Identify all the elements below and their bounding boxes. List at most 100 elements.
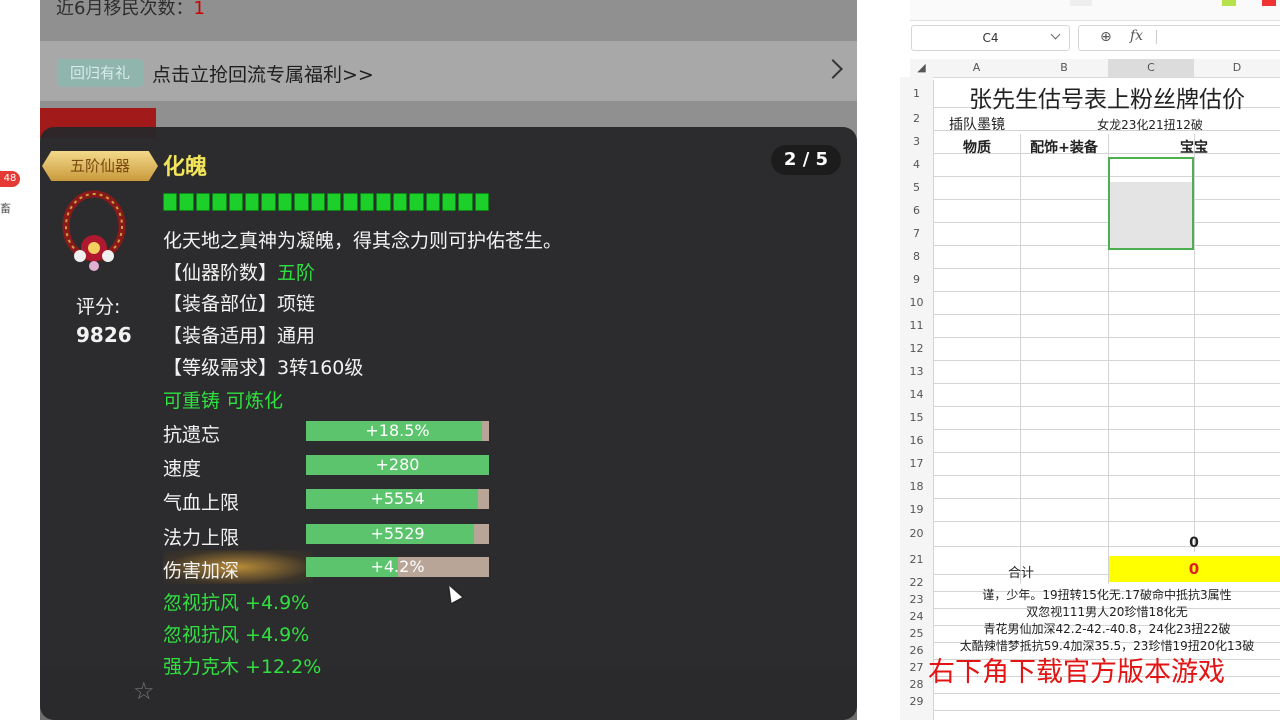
ribbon-color-swatch[interactable] [1262, 0, 1276, 6]
cell-total-label[interactable]: 合计 [934, 562, 1108, 581]
grid-row-line [933, 383, 1280, 384]
score-label: 评分: [76, 296, 121, 318]
attr-level: 【等级需求】3转160级 [163, 353, 363, 380]
row-header[interactable]: 13 [900, 360, 933, 383]
ribbon-button[interactable] [1070, 0, 1092, 6]
row-header[interactable]: 21 [900, 546, 933, 574]
refine-pip [343, 193, 358, 211]
refine-pip [441, 193, 457, 211]
row-header[interactable]: 20 [900, 521, 933, 546]
grid-row-line [933, 245, 1280, 246]
note-row[interactable]: 谨，少年。19扭转15化无.17破命中抵抗3属性 [934, 586, 1280, 603]
row-header[interactable]: 12 [900, 337, 933, 360]
item-name: 化魄 [163, 155, 208, 180]
grid-row-line [933, 406, 1280, 407]
stat-name: 速度 [163, 458, 202, 480]
row-header[interactable]: 17 [900, 452, 933, 475]
cell-c20[interactable]: 0 [1108, 535, 1280, 551]
refine-pip [310, 193, 326, 211]
cell-c3[interactable]: 宝宝 [1108, 137, 1280, 157]
special-effect: 忽视抗风 +4.9% [163, 592, 310, 614]
row-header[interactable]: 3 [900, 130, 933, 153]
row-header[interactable]: 15 [900, 406, 933, 429]
grid-row-line [933, 498, 1280, 499]
cell-b3[interactable]: 配饰+装备 [1020, 137, 1108, 157]
star-icon[interactable]: ☆ [133, 677, 155, 705]
stat-name: 法力上限 [163, 527, 240, 549]
column-headers: ◢ A B C D [910, 59, 1280, 78]
attr-tier: 【仙器阶数】五阶 [163, 258, 315, 285]
row-headers: 1 2 3 4 5 6 7 8 9 10 11 12 13 14 15 16 17 18 19 20 21 22 23 24 2… [900, 77, 933, 720]
grid-row-line [933, 199, 1280, 200]
row-header[interactable]: 11 [900, 314, 933, 337]
attr-usage: 【装备适用】通用 [163, 321, 315, 348]
download-watermark: 右下角下载官方版本游戏 [928, 657, 1225, 688]
migration-count: 近6月移民次数：1 [56, 0, 205, 20]
column-header-d[interactable]: D [1194, 59, 1280, 77]
attr-label: 【等级需求】 [163, 357, 278, 379]
column-header-c[interactable]: C [1108, 59, 1194, 77]
select-all-corner[interactable]: ◢ [910, 59, 933, 77]
grid-row-line [933, 429, 1280, 430]
row-header[interactable]: 19 [900, 498, 933, 521]
row-header[interactable]: 9 [900, 268, 933, 291]
name-box[interactable]: C4 [911, 25, 1070, 51]
row-header[interactable]: 25 [900, 625, 933, 642]
refine-pip [392, 193, 408, 211]
cell-a3[interactable]: 物质 [934, 137, 1020, 157]
note-row[interactable]: 青花男仙加深42.2-42.-40.8，24化23扭22破 [934, 620, 1280, 637]
refine-pip [179, 193, 194, 211]
row-header[interactable]: 4 [900, 153, 933, 176]
row-header[interactable]: 22 [900, 574, 933, 591]
score-value: 9826 [76, 323, 132, 347]
refine-pip [359, 193, 375, 211]
row-header[interactable]: 16 [900, 429, 933, 452]
migration-label: 近6月移民次数： [56, 0, 194, 19]
stat-name: 伤害加深 [163, 560, 240, 582]
stat-value: +5554 [370, 489, 425, 508]
cell-a2[interactable]: 插队墨镜 [934, 114, 1020, 134]
special-effect: 忽视抗风 +4.9% [163, 624, 310, 646]
sheet-title[interactable]: 张先生估号表上粉丝牌估价 [934, 80, 1280, 114]
selected-range[interactable] [1108, 157, 1194, 250]
refine-pip [327, 193, 342, 211]
grid-row-line [933, 452, 1280, 453]
refine-pip [245, 193, 260, 211]
row-header[interactable]: 5 [900, 176, 933, 199]
row-header[interactable]: 14 [900, 383, 933, 406]
ribbon-color-swatch[interactable] [1222, 0, 1236, 6]
attr-slot: 【装备部位】项链 [163, 289, 315, 316]
return-benefit-link[interactable]: 点击立抢回流专属福利>> [152, 60, 374, 87]
cell-b2[interactable]: 女龙23化21扭12破 [1020, 116, 1280, 133]
row-header[interactable]: 1 [900, 80, 933, 107]
row-header[interactable]: 29 [900, 693, 933, 710]
row-header[interactable]: 10 [900, 291, 933, 314]
row-header[interactable]: 18 [900, 475, 933, 498]
grid-row-line [933, 710, 1280, 711]
refine-pip [277, 193, 293, 211]
column-header-b[interactable]: B [1020, 59, 1108, 77]
return-gift-tag: 回归有礼 [57, 59, 143, 87]
attr-label: 【装备部位】 [163, 293, 278, 315]
function-icon[interactable]: fx [1130, 28, 1143, 44]
row-header[interactable]: 7 [900, 222, 933, 245]
row-header[interactable]: 23 [900, 591, 933, 608]
notification-badge[interactable]: 48 [0, 171, 20, 187]
left-sidebar-strip [0, 0, 40, 720]
row-header[interactable]: 6 [900, 199, 933, 222]
refine-pip [195, 193, 211, 211]
refine-pip [474, 193, 490, 211]
column-header-a[interactable]: A [933, 59, 1020, 77]
attr-value: 3转160级 [277, 357, 364, 379]
note-row[interactable]: 双忽视111男人20珍惜18化无 [934, 603, 1280, 620]
row-header[interactable]: 2 [900, 107, 933, 130]
grid-column-line [1194, 134, 1195, 552]
attr-value: 五阶 [277, 262, 316, 284]
grid-row-line [933, 222, 1280, 223]
migration-value: 1 [193, 0, 205, 19]
row-header[interactable]: 24 [900, 608, 933, 625]
stat-name: 抗遗忘 [163, 424, 221, 446]
zoom-icon[interactable]: ⊕ [1100, 29, 1112, 45]
cell-total-value[interactable]: 0 [1108, 560, 1280, 578]
row-header[interactable]: 8 [900, 245, 933, 268]
